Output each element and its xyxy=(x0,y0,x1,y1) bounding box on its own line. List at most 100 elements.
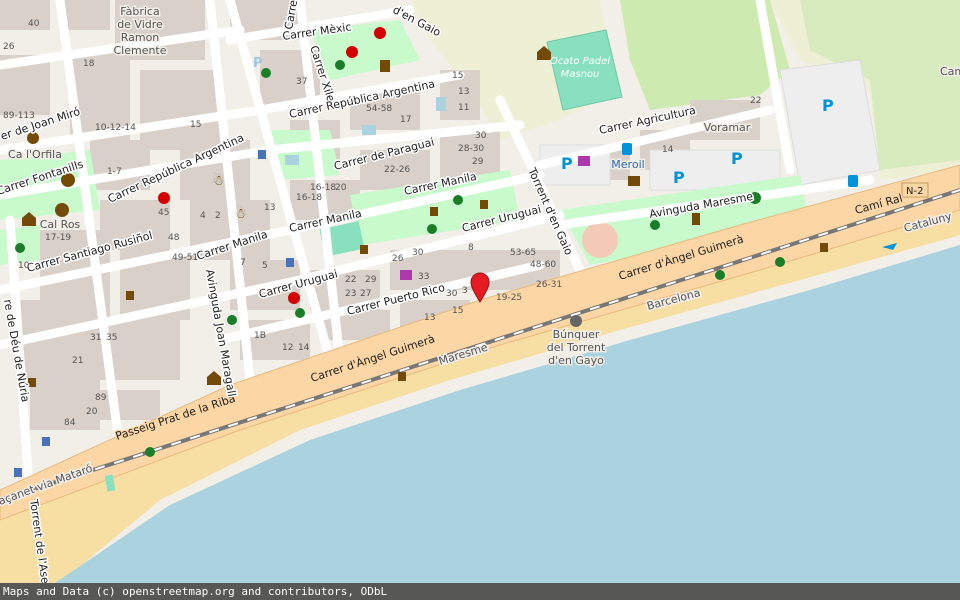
pool-icon xyxy=(285,155,299,165)
playground-icon xyxy=(453,195,463,205)
viewpoint-icon xyxy=(55,203,69,217)
playground-icon xyxy=(335,60,345,70)
house-number: 20 xyxy=(86,407,98,417)
bus-stop-icon xyxy=(42,437,50,446)
house-number: 17 xyxy=(400,115,411,125)
house-number: 14 xyxy=(662,145,674,155)
house-number: 8 xyxy=(468,243,474,253)
car-repair-icon xyxy=(628,176,640,186)
playground-icon xyxy=(145,447,155,457)
house-number: 84 xyxy=(64,418,76,428)
house-number: 1B xyxy=(254,331,266,341)
house-number: 13 xyxy=(264,203,275,213)
cafe-icon xyxy=(398,372,406,381)
house-number: 21 xyxy=(72,356,83,366)
poi-cam: Cam xyxy=(940,65,960,78)
house-number: 48-60 xyxy=(530,260,556,270)
house-number: 16-18 xyxy=(296,193,322,203)
shop-cart-icon xyxy=(400,270,412,280)
house-number: 30 xyxy=(475,131,487,141)
poi-cal-ros: Cal Ros xyxy=(40,218,81,231)
poi-ocato-line1: Ocato Padel xyxy=(550,56,610,67)
house-number: 3 xyxy=(462,286,468,296)
bunker-icon xyxy=(570,315,582,327)
parking-icon: P xyxy=(673,168,685,187)
house-number: 19-25 xyxy=(496,293,522,303)
house-number: 22-26 xyxy=(384,165,410,175)
house-number: 11 xyxy=(458,103,469,113)
parking-icon: P xyxy=(822,96,834,115)
house-number: 26 xyxy=(3,42,15,52)
toilets-icon: ☃ xyxy=(212,172,225,189)
map-view[interactable]: P P P P P ☃ ☃ N-2 Carrer Mèxic Carrer Xi… xyxy=(0,0,960,600)
bus-stop-icon xyxy=(258,150,266,159)
house-number: 7 xyxy=(240,258,246,268)
pharmacy-icon xyxy=(158,192,170,204)
playground-icon xyxy=(261,68,271,78)
house-number: 53-65 xyxy=(510,248,536,258)
monument-icon xyxy=(380,60,390,72)
pharmacy-icon xyxy=(288,292,300,304)
house-number: 22 xyxy=(750,96,761,106)
poi-bunquer-line3: d'en Gayo xyxy=(548,354,604,367)
memorial-icon xyxy=(692,213,700,225)
house-number: 54-58 xyxy=(366,104,392,114)
pharmacy-icon xyxy=(346,46,358,58)
fuel-station-icon xyxy=(848,175,858,187)
house-number: 1-7 xyxy=(107,167,122,177)
playground-icon xyxy=(227,315,237,325)
house-number: 31 xyxy=(90,333,101,343)
house-number: 48 xyxy=(168,233,180,243)
poi-fabrica-line1: Fàbrica xyxy=(120,5,159,18)
house-number: 16-18 xyxy=(310,183,336,193)
shop-cart-icon xyxy=(578,156,590,166)
cafe-icon xyxy=(360,245,368,254)
playground-icon xyxy=(775,257,785,267)
map-attribution[interactable]: Maps and Data (c) openstreetmap.org and … xyxy=(0,583,960,600)
poi-ocato-line2: Masnou xyxy=(561,69,600,80)
house-number: 89-113 xyxy=(3,111,35,121)
house-number: 29 xyxy=(365,275,377,285)
playground-icon xyxy=(15,243,25,253)
pool-icon xyxy=(436,97,446,111)
playground-icon xyxy=(715,270,725,280)
house-number: 10 xyxy=(18,261,30,271)
house-number: 30 xyxy=(446,289,458,299)
house-number: 27 xyxy=(360,289,371,299)
hospital-icon xyxy=(374,27,386,39)
house-number: 49-51 xyxy=(172,253,198,263)
bus-stop-icon xyxy=(14,468,22,477)
poi-voramar: Voramar xyxy=(704,121,751,134)
house-number: 14 xyxy=(298,343,310,353)
poi-bunquer-line1: Búnquer xyxy=(553,328,600,341)
house-number: 5 xyxy=(262,261,268,271)
house-number: 18 xyxy=(83,59,95,69)
house-number: 17-19 xyxy=(45,233,71,243)
house-number: 13 xyxy=(458,87,469,97)
poi-cal-orfila: Ca l'Orfila xyxy=(8,148,62,161)
parking-icon: P xyxy=(561,154,573,173)
house-number: 15 xyxy=(190,120,201,130)
house-number: 15 xyxy=(452,71,463,81)
map-canvas[interactable]: P P P P P ☃ ☃ N-2 Carrer Mèxic Carrer Xi… xyxy=(0,0,960,583)
house-number: 45 xyxy=(158,208,169,218)
cafe-icon xyxy=(126,291,134,300)
bus-stop-icon xyxy=(286,258,294,267)
house-number: 23 xyxy=(345,289,356,299)
house-number: 4 xyxy=(200,211,206,221)
poi-meroil: Meroil xyxy=(611,158,644,171)
road-shield-label: N-2 xyxy=(906,186,923,197)
playground-icon xyxy=(427,224,437,234)
house-number: 29 xyxy=(472,157,484,167)
playground-icon xyxy=(295,308,305,318)
poi-fabrica-line3: Ramon xyxy=(121,31,160,44)
house-number: 89 xyxy=(95,393,107,403)
poi-bunquer-line2: del Torrent xyxy=(547,341,606,354)
house-number: 37 xyxy=(296,77,307,87)
house-number: 15 xyxy=(452,306,463,316)
pool-icon xyxy=(362,125,376,135)
house-number: 10-12-14 xyxy=(95,123,136,133)
house-number: 35 xyxy=(106,333,117,343)
cafe-icon xyxy=(430,207,438,216)
house-number: 28-30 xyxy=(458,144,484,154)
